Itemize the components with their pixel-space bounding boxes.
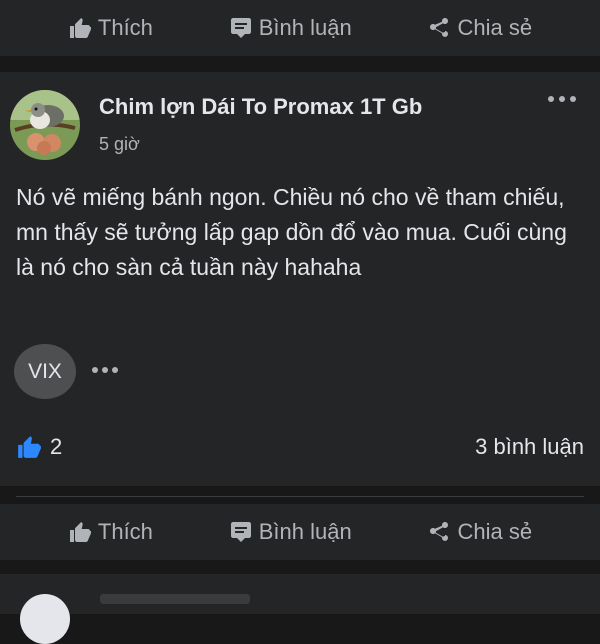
comment-count[interactable]: 3 bình luận — [475, 434, 584, 460]
dot — [570, 96, 576, 102]
share-label: Chia sẻ — [457, 15, 533, 40]
avatar[interactable] — [10, 90, 80, 160]
next-post-avatar[interactable] — [20, 594, 70, 644]
divider — [16, 496, 584, 497]
post-body: Nó vẽ miếng bánh ngon. Chiều nó cho về t… — [16, 184, 567, 280]
comment-button[interactable]: Bình luận — [229, 519, 352, 545]
share-icon — [430, 522, 449, 541]
like-button[interactable]: Thích — [68, 519, 153, 545]
like-reaction-icon — [18, 436, 41, 458]
like-label: Thích — [97, 15, 153, 40]
share-button[interactable]: Chia sẻ — [427, 15, 532, 41]
dot — [548, 96, 554, 102]
ticker-tag[interactable]: VIX — [14, 344, 76, 399]
reaction-summary[interactable]: 2 — [16, 434, 62, 460]
comment-button[interactable]: Bình luận — [229, 15, 352, 41]
top-action-bar: Thích Bình luận Chia sẻ — [0, 0, 600, 56]
thumbs-up-icon — [69, 18, 91, 38]
like-count: 2 — [50, 434, 63, 459]
tag-more-button[interactable] — [92, 367, 118, 373]
share-icon — [430, 18, 449, 37]
post-author[interactable]: Chim lợn Dái To Promax 1T Gb — [99, 94, 422, 120]
dot — [92, 367, 98, 373]
comment-icon — [230, 18, 251, 38]
post-card: Chim lợn Dái To Promax 1T Gb 5 giờ Nó vẽ… — [0, 72, 600, 486]
post-time: 5 giờ — [99, 134, 140, 154]
share-button[interactable]: Chia sẻ — [427, 519, 532, 545]
next-post-card — [0, 574, 600, 644]
dot — [102, 367, 108, 373]
bird-avatar-image — [10, 90, 80, 160]
comment-label: Bình luận — [258, 15, 352, 40]
post-options-button[interactable] — [548, 96, 576, 102]
comment-icon — [230, 522, 251, 542]
thumbs-up-icon — [69, 522, 91, 542]
bottom-action-bar: Thích Bình luận Chia sẻ — [0, 504, 600, 560]
comment-label: Bình luận — [258, 519, 352, 544]
like-label: Thích — [97, 519, 153, 544]
dot — [559, 96, 565, 102]
like-button[interactable]: Thích — [68, 15, 153, 41]
next-post-author-placeholder — [100, 594, 250, 604]
dot — [112, 367, 118, 373]
share-label: Chia sẻ — [457, 519, 533, 544]
